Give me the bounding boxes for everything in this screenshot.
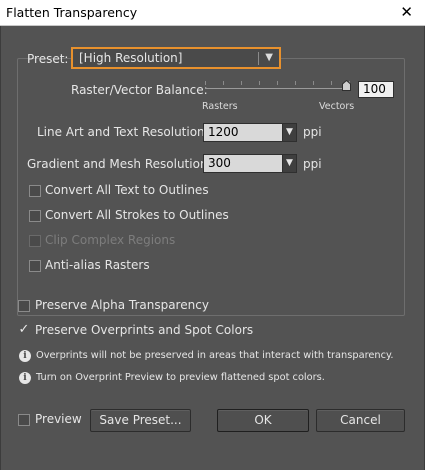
antialias-checkbox[interactable] bbox=[29, 260, 41, 272]
clip-regions-checkbox bbox=[29, 235, 41, 247]
title-bar: Flatten Transparency ✕ bbox=[0, 0, 425, 26]
slider-tick bbox=[313, 81, 314, 85]
line-art-unit: ppi bbox=[303, 125, 322, 139]
slider-tick bbox=[277, 81, 278, 85]
text-outlines-checkbox[interactable] bbox=[29, 185, 41, 197]
preserve-alpha-checkbox[interactable] bbox=[18, 300, 30, 312]
save-preset-button[interactable]: Save Preset... bbox=[90, 409, 191, 432]
gradient-label: Gradient and Mesh Resolution: bbox=[27, 157, 212, 171]
chevron-down-icon: ▼ bbox=[265, 52, 273, 63]
preserve-alpha-label: Preserve Alpha Transparency bbox=[35, 298, 209, 312]
info-note-overprints: Overprints will not be preserved in area… bbox=[36, 350, 394, 361]
slider-tick bbox=[223, 81, 224, 85]
clip-regions-label: Clip Complex Regions bbox=[45, 233, 176, 247]
slider-tick bbox=[331, 81, 332, 85]
line-art-label: Line Art and Text Resolution: bbox=[37, 125, 209, 139]
chevron-down-icon[interactable]: ▼ bbox=[282, 123, 297, 142]
ok-button[interactable]: OK bbox=[217, 409, 309, 432]
preset-label: Preset: bbox=[27, 52, 69, 66]
gradient-unit: ppi bbox=[303, 157, 322, 171]
preview-label: Preview bbox=[35, 412, 82, 426]
preserve-overprints-checkbox[interactable]: ✓ bbox=[18, 322, 30, 337]
vectors-label: Vectors bbox=[319, 101, 355, 112]
slider-tick bbox=[295, 81, 296, 85]
preset-dropdown[interactable]: [High Resolution] ▼ bbox=[71, 47, 281, 69]
line-art-value: 1200 bbox=[208, 125, 239, 139]
slider-tick bbox=[259, 81, 260, 85]
balance-slider-thumb[interactable] bbox=[342, 80, 351, 91]
info-icon: i bbox=[19, 372, 31, 384]
gradient-value: 300 bbox=[208, 156, 231, 170]
rasters-label: Rasters bbox=[202, 101, 238, 112]
dropdown-separator bbox=[258, 52, 259, 65]
info-icon: i bbox=[19, 350, 31, 362]
antialias-label: Anti-alias Rasters bbox=[45, 258, 150, 272]
preview-checkbox[interactable] bbox=[18, 414, 30, 426]
preset-value: [High Resolution] bbox=[79, 51, 183, 65]
slider-tick bbox=[241, 81, 242, 85]
chevron-down-icon[interactable]: ▼ bbox=[282, 154, 297, 173]
slider-tick bbox=[205, 81, 206, 85]
preserve-overprints-label: Preserve Overprints and Spot Colors bbox=[35, 323, 254, 337]
line-art-resolution-combo[interactable]: 1200 ▼ bbox=[203, 123, 297, 142]
check-icon: ✓ bbox=[18, 322, 30, 337]
stroke-outlines-checkbox[interactable] bbox=[29, 210, 41, 222]
cancel-button[interactable]: Cancel bbox=[316, 409, 405, 432]
stroke-outlines-label: Convert All Strokes to Outlines bbox=[45, 208, 229, 222]
gradient-resolution-combo[interactable]: 300 ▼ bbox=[203, 154, 297, 173]
balance-label: Raster/Vector Balance: bbox=[71, 83, 208, 97]
close-icon[interactable]: ✕ bbox=[400, 3, 413, 21]
info-note-overprint-preview: Turn on Overprint Preview to preview fla… bbox=[36, 372, 325, 383]
window-title: Flatten Transparency bbox=[6, 5, 138, 20]
balance-slider-track[interactable] bbox=[205, 88, 351, 89]
flatten-transparency-dialog: Preset: [High Resolution] ▼ Raster/Vecto… bbox=[0, 26, 425, 470]
balance-value-input[interactable]: 100 bbox=[358, 81, 394, 98]
text-outlines-label: Convert All Text to Outlines bbox=[45, 183, 209, 197]
